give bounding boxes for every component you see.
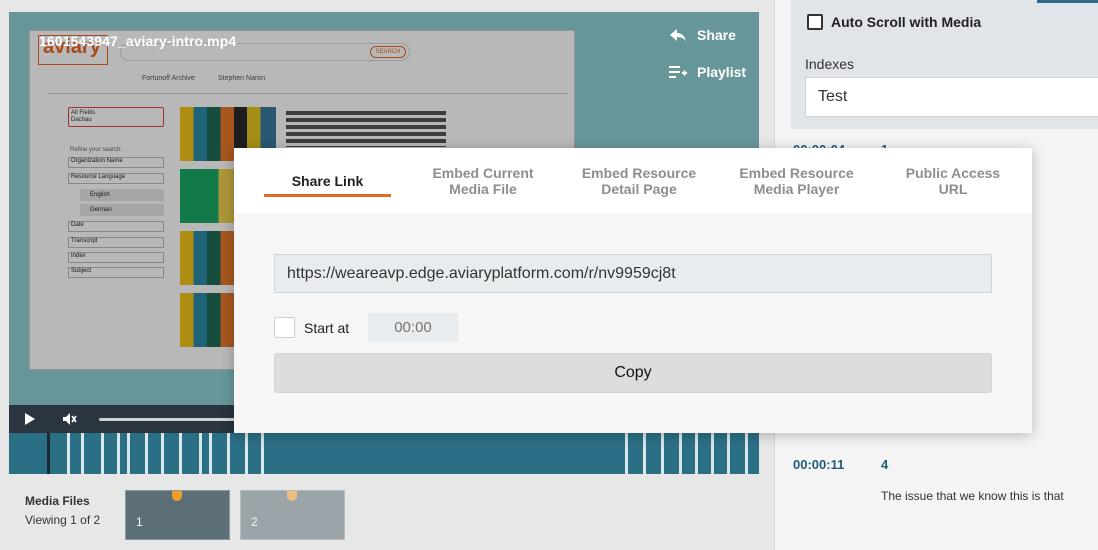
thumbnail-number: 2 — [251, 515, 258, 529]
media-files-count: Viewing 1 of 2 — [25, 513, 101, 527]
index-timestamp[interactable]: 00:00:11 — [793, 457, 844, 472]
timeline-marker[interactable] — [227, 433, 230, 474]
timeline-marker[interactable] — [745, 433, 748, 474]
play-icon[interactable] — [23, 412, 37, 426]
auto-scroll-label: Auto Scroll with Media — [831, 14, 982, 30]
mute-icon[interactable] — [61, 411, 77, 427]
playlist-button[interactable]: Playlist — [669, 64, 746, 80]
start-time-input[interactable] — [368, 313, 458, 342]
timeline-marker[interactable] — [711, 433, 714, 474]
thumbnail-number: 1 — [136, 515, 143, 529]
timeline-marker[interactable] — [47, 433, 50, 474]
share-button[interactable]: Share — [669, 27, 736, 43]
timeline-marker[interactable] — [117, 433, 120, 474]
indexes-label: Indexes — [805, 56, 855, 72]
share-url-field[interactable] — [274, 254, 992, 293]
active-tab-underline — [264, 194, 391, 197]
timeline-marker[interactable] — [661, 433, 664, 474]
video-title: 1601543947_aviary-intro.mp4 — [39, 33, 237, 49]
timeline-marker[interactable] — [679, 433, 682, 474]
tab-accent — [1037, 0, 1098, 3]
share-label: Share — [697, 27, 736, 43]
share-icon — [670, 29, 686, 42]
media-files-section: Media Files Viewing 1 of 2 1 2 — [0, 474, 774, 550]
segment-text: The issue that we know this is that — [881, 489, 1064, 503]
timeline-marker[interactable] — [727, 433, 730, 474]
tab-embed-media-file[interactable]: Embed Current Media File — [424, 148, 542, 213]
playlist-icon — [669, 66, 687, 78]
timeline-marker[interactable] — [261, 433, 264, 474]
playlist-label: Playlist — [697, 64, 747, 80]
start-at-label: Start at — [304, 320, 350, 336]
timeline-marker[interactable] — [101, 433, 104, 474]
timeline-marker[interactable] — [179, 433, 182, 474]
timeline-marker[interactable] — [695, 433, 698, 474]
timeline-marker[interactable] — [145, 433, 148, 474]
timeline-marker[interactable] — [127, 433, 130, 474]
thumbnail-marker — [172, 491, 182, 501]
tab-share-link[interactable]: Share Link — [264, 148, 391, 213]
indexes-box: Indexes Test — [791, 43, 1098, 129]
media-thumbnail[interactable]: 1 — [125, 490, 230, 540]
tab-embed-media-player[interactable]: Embed Resource Media Player — [734, 148, 859, 213]
timeline-marker[interactable] — [643, 433, 646, 474]
index-timeline[interactable] — [9, 433, 759, 474]
media-files-title: Media Files — [25, 494, 90, 508]
media-thumbnail[interactable]: 2 — [240, 490, 345, 540]
copy-button[interactable]: Copy — [274, 353, 992, 393]
timeline-marker[interactable] — [81, 433, 84, 474]
share-modal: Share Link Embed Current Media File Embe… — [234, 148, 1032, 433]
auto-scroll-bar: Auto Scroll with Media — [791, 0, 1098, 43]
thumbnail-marker — [287, 491, 297, 501]
timeline-marker[interactable] — [209, 433, 212, 474]
timeline-marker[interactable] — [161, 433, 164, 474]
indexes-select[interactable]: Test — [805, 77, 1098, 117]
tab-public-access-url[interactable]: Public Access URL — [894, 148, 1012, 213]
timeline-marker[interactable] — [625, 433, 628, 474]
start-at-checkbox[interactable] — [274, 317, 295, 338]
index-number: 4 — [881, 457, 889, 472]
timeline-marker[interactable] — [67, 433, 70, 474]
auto-scroll-checkbox[interactable] — [807, 14, 823, 30]
timeline-marker[interactable] — [199, 433, 202, 474]
timeline-marker[interactable] — [245, 433, 248, 474]
tab-embed-detail-page[interactable]: Embed Resource Detail Page — [574, 148, 704, 213]
share-tabs: Share Link Embed Current Media File Embe… — [234, 148, 1032, 213]
